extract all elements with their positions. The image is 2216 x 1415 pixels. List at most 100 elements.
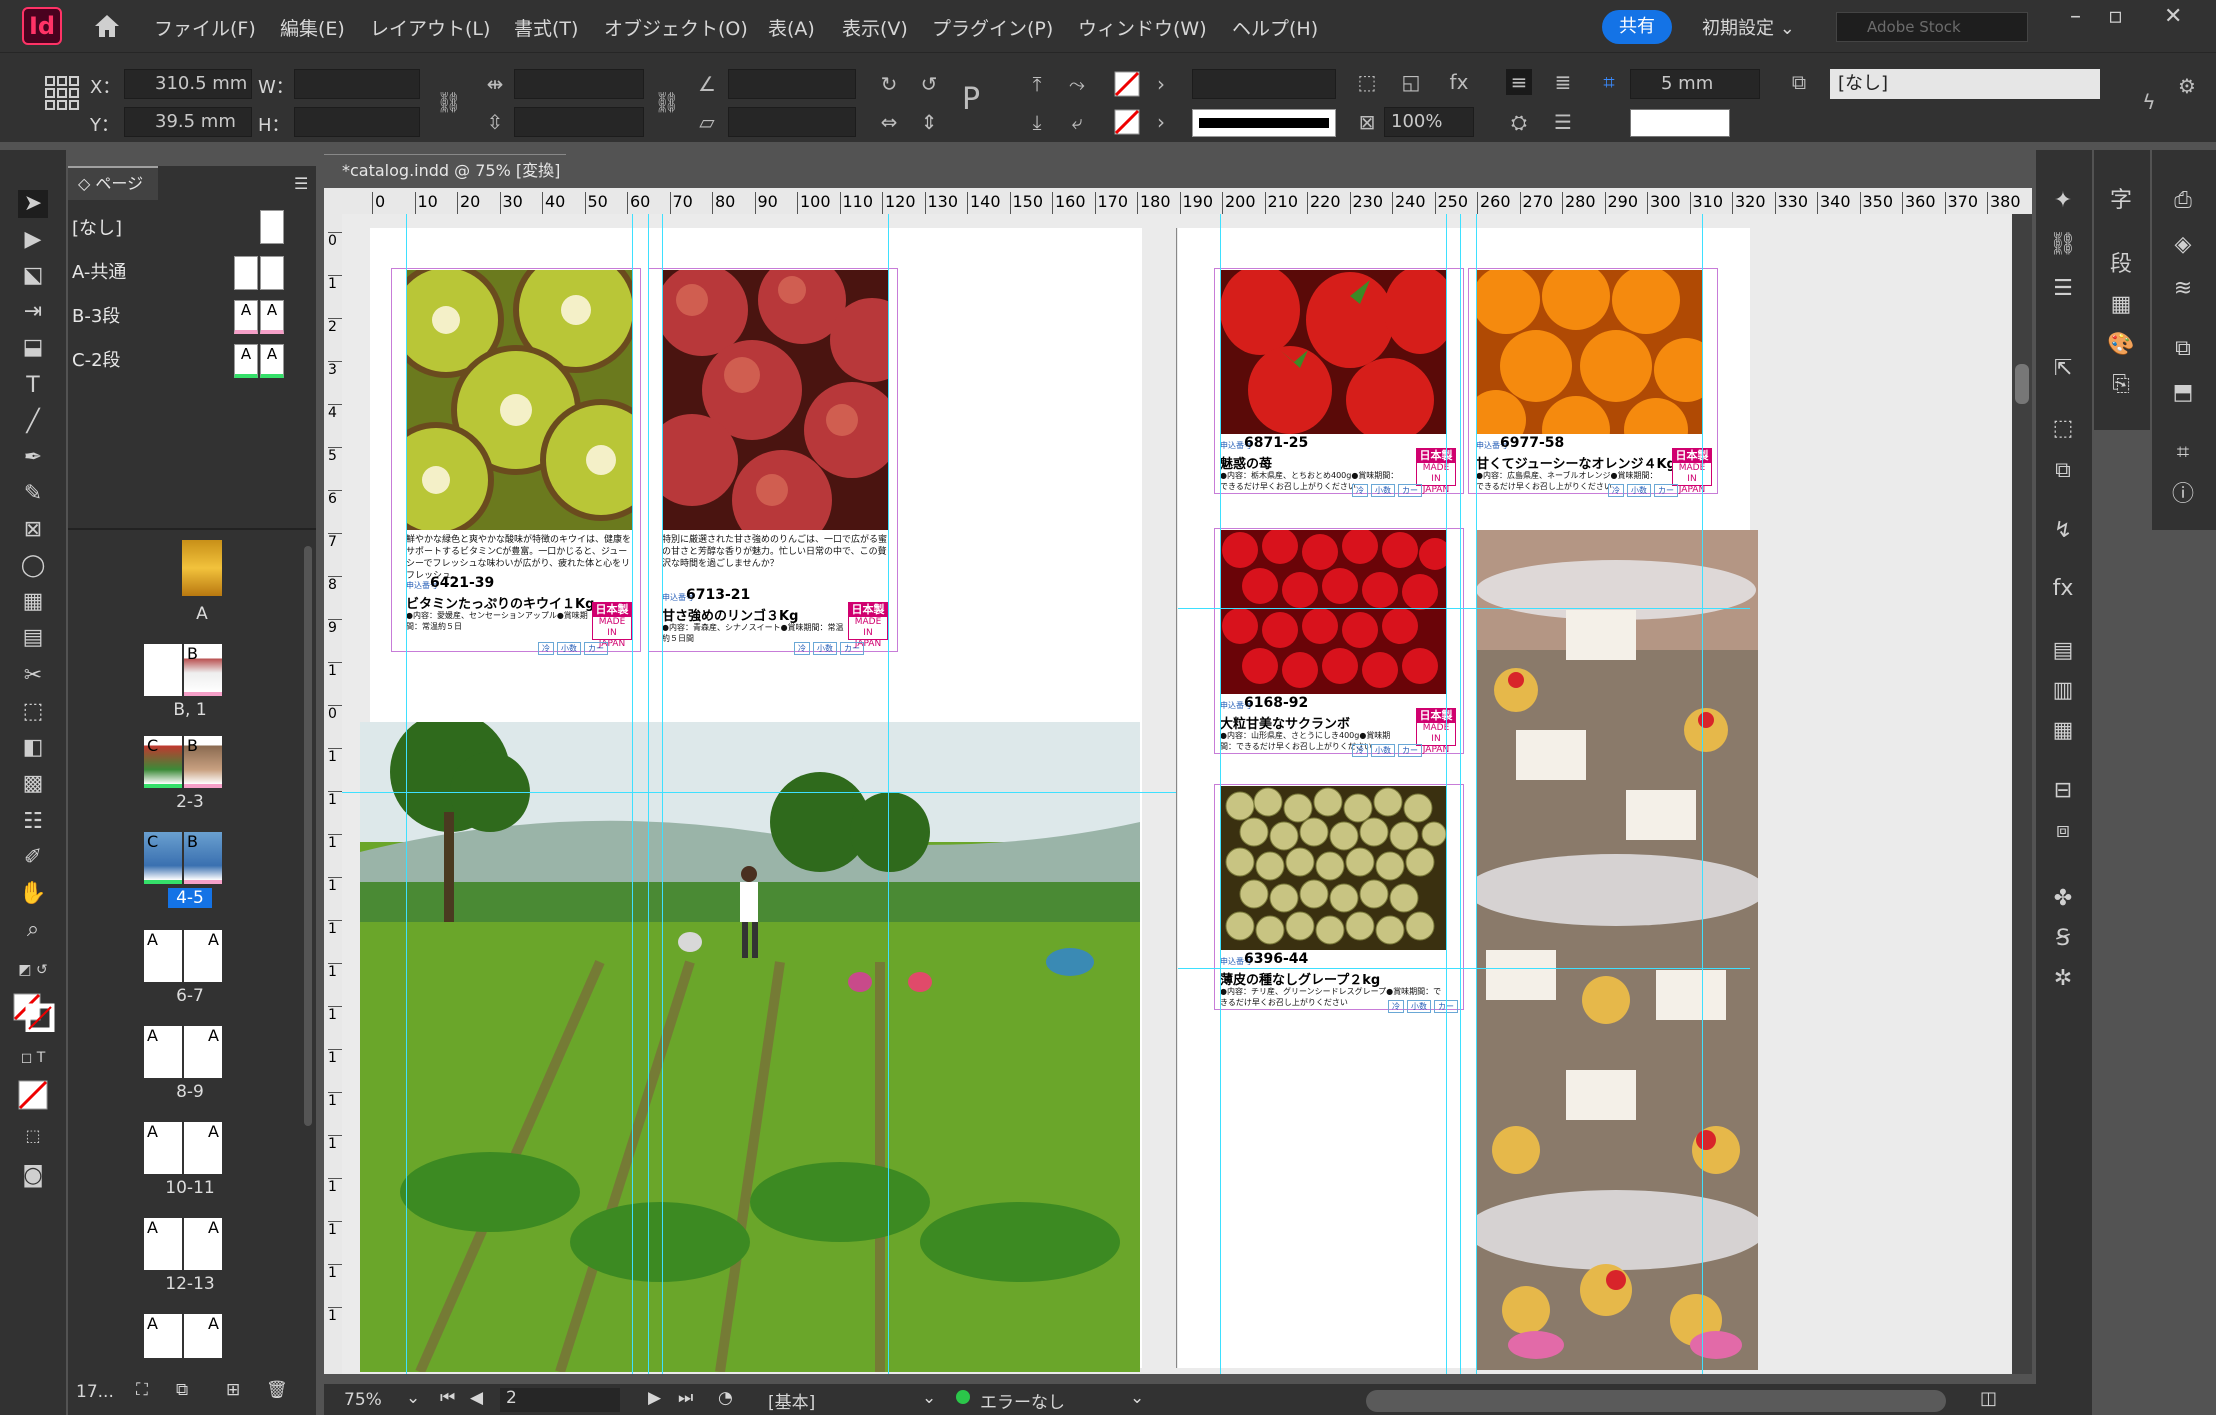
spread-1011-left[interactable]: A <box>144 1122 182 1174</box>
align-center-icon[interactable]: ≣ <box>1550 69 1576 95</box>
master-indicator[interactable]: [基本] <box>768 1388 815 1413</box>
free-transform-tool-icon[interactable]: ⬚ <box>18 698 48 726</box>
master-c[interactable]: C-2段 <box>72 346 121 372</box>
ellipse-tool-icon[interactable]: ◯ <box>18 552 48 580</box>
shear-angle-icon[interactable]: ▱ <box>694 109 720 135</box>
next-page-icon[interactable]: ▶ <box>648 1388 661 1408</box>
page-tool-icon[interactable]: ⬕ <box>18 262 48 290</box>
eyedropper-tool-icon[interactable]: ✐ <box>18 844 48 872</box>
spread-67-left[interactable]: A <box>144 930 182 982</box>
cell-styles-icon[interactable]: ▥ <box>2048 676 2078 706</box>
hand-tool-icon[interactable]: ✋ <box>18 880 48 908</box>
zoom-dropdown-icon[interactable]: ⌄ <box>406 1388 420 1408</box>
menu-type[interactable]: 書式(T) <box>514 14 578 41</box>
master-a[interactable]: A-共通 <box>72 258 126 284</box>
orange-photo[interactable] <box>1476 270 1702 434</box>
pen-tool-icon[interactable]: ✒ <box>18 444 48 472</box>
preview-mode-icon[interactable]: ◙ <box>18 1162 48 1190</box>
formatting-container-icon[interactable]: ◻ T <box>18 1044 48 1072</box>
text-wrap-icon[interactable]: ☰ <box>1550 109 1576 135</box>
swatch-preview[interactable] <box>1630 109 1730 137</box>
lightning-icon[interactable]: ϟ <box>2136 89 2162 115</box>
apple-photo[interactable] <box>662 270 888 530</box>
settings-gear-icon[interactable]: ⚙ <box>2174 73 2200 99</box>
scale-y-field[interactable] <box>514 107 644 137</box>
w-field[interactable] <box>294 69 420 99</box>
spread-b1-right[interactable]: B <box>184 644 222 696</box>
constrain-proportions-icon[interactable]: ⛓ <box>436 89 462 115</box>
type-tool-icon[interactable]: T <box>18 372 48 400</box>
fill-stroke-swatch-icon[interactable] <box>12 992 56 1032</box>
apple-description[interactable]: 特別に厳選された甘さ強めのりんごは、一口で広がる蜜の甘さと芳醇な香りが魅力。忙し… <box>662 534 890 570</box>
ruler-origin[interactable] <box>324 188 342 214</box>
h-field[interactable] <box>294 107 420 137</box>
strawberry-photo[interactable] <box>1220 270 1446 434</box>
minimize-icon[interactable]: – <box>2070 4 2081 29</box>
line-tool-icon[interactable]: ╱ <box>18 408 48 436</box>
select-container-icon[interactable]: ⤒ <box>1024 71 1050 97</box>
vertical-scrollbar[interactable] <box>2012 214 2032 1374</box>
master-none-thumb[interactable] <box>260 210 284 244</box>
adobe-stock-search[interactable]: Adobe Stock <box>1836 12 2028 42</box>
direct-selection-tool-icon[interactable]: ▶ <box>18 226 48 254</box>
gradient-swatch-tool-icon[interactable]: ◧ <box>18 734 48 762</box>
stroke-panel-icon[interactable]: ☰ <box>2048 274 2078 304</box>
select-next-icon[interactable]: ⤳ <box>1064 71 1090 97</box>
layers-stack-icon[interactable]: ⧈ <box>2048 816 2078 846</box>
horizontal-scroll-thumb[interactable] <box>1366 1390 1946 1412</box>
kiwi-code[interactable]: 6421-39 <box>430 575 494 591</box>
last-page-icon[interactable]: ⏭ <box>678 1388 693 1408</box>
delete-page-icon[interactable]: 🗑 <box>266 1380 288 1400</box>
open-page-icon[interactable]: ◔ <box>718 1388 733 1408</box>
cherry-code[interactable]: 6168-92 <box>1244 695 1308 711</box>
select-previous-icon[interactable]: ⤶ <box>1064 109 1090 135</box>
properties-icon[interactable]: ≋ <box>2168 274 2198 304</box>
drop-shadow-icon[interactable]: ◱ <box>1398 69 1424 95</box>
flip-horizontal-icon[interactable]: ⇔ <box>876 109 902 135</box>
master-b-left-thumb[interactable]: A <box>234 300 258 334</box>
master-b-right-thumb[interactable]: A <box>260 300 284 334</box>
export-icon[interactable]: ⇱ <box>2048 354 2078 384</box>
spread-1011-right[interactable]: A <box>184 1122 222 1174</box>
stroke-menu-arrow-icon[interactable]: › <box>1148 109 1174 135</box>
rectangle-frame-tool-icon[interactable]: ⊠ <box>18 516 48 544</box>
master-c-right-thumb[interactable]: A <box>260 344 284 378</box>
scale-y-icon[interactable]: ⇳ <box>482 109 508 135</box>
spread-23-left[interactable]: C <box>144 736 182 788</box>
scale-x-field[interactable] <box>514 69 644 99</box>
workspace-switcher[interactable]: 初期設定 ⌄ <box>1702 14 1795 40</box>
story-panel-icon[interactable]: ⎘ <box>2106 370 2136 400</box>
previous-page-icon[interactable]: ◀ <box>470 1388 483 1408</box>
fx-icon[interactable]: fx <box>2048 574 2078 604</box>
constrain-scale-icon[interactable]: ⛓ <box>654 89 680 115</box>
maximize-icon[interactable]: ▫ <box>2108 4 2123 29</box>
glyph-panel-icon[interactable]: ▦ <box>2106 290 2136 320</box>
close-icon[interactable]: ✕ <box>2164 4 2182 29</box>
menu-help[interactable]: ヘルプ(H) <box>1232 14 1318 41</box>
vertical-scroll-thumb[interactable] <box>2015 364 2029 404</box>
master-options-icon[interactable]: ⧉ <box>176 1380 188 1400</box>
kiwi-photo[interactable] <box>406 270 632 530</box>
master-a-left-thumb[interactable] <box>234 256 258 290</box>
dessert-photo[interactable] <box>1476 530 1758 1370</box>
s-tool-icon[interactable]: Ꞩ <box>2048 924 2078 954</box>
home-icon[interactable] <box>92 12 122 40</box>
document-tab[interactable]: *catalog.indd @ 75% [変換] ✕ <box>324 154 566 212</box>
master-dropdown-icon[interactable]: ⌄ <box>922 1388 936 1408</box>
strawberry-code[interactable]: 6871-25 <box>1244 435 1308 451</box>
scissors-tool-icon[interactable]: ✂ <box>18 662 48 690</box>
pathfinder-icon[interactable]: ⧉ <box>2048 456 2078 486</box>
spread-23-right[interactable]: B <box>184 736 222 788</box>
spread-a-thumb[interactable] <box>182 540 222 596</box>
stroke-weight-field[interactable] <box>1192 69 1336 99</box>
rotate-field[interactable] <box>728 69 856 99</box>
reference-point-icon[interactable] <box>44 75 80 111</box>
apply-none-icon[interactable] <box>18 1080 48 1110</box>
rotate-angle-icon[interactable]: ∠ <box>694 71 720 97</box>
links-icon[interactable]: ⛓ <box>2048 230 2078 260</box>
grape-photo[interactable] <box>1220 786 1446 950</box>
spread-1415-right[interactable]: A <box>184 1314 222 1358</box>
color-palette-icon[interactable]: 🎨 <box>2106 330 2136 360</box>
x-field[interactable]: 310.5 mm <box>124 69 252 99</box>
rotate-ccw-icon[interactable]: ↺ <box>916 71 942 97</box>
